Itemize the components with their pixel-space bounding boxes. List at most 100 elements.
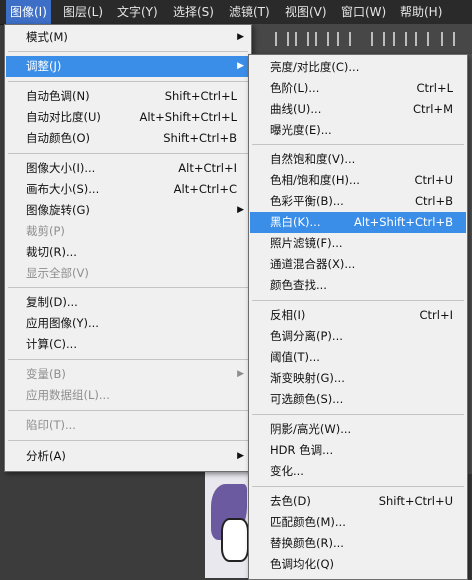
menu-item-auto-contrast[interactable]: 自动对比度(U) Alt+Shift+Ctrl+L [6, 107, 250, 128]
menu-item-label: 颜色查找... [270, 278, 327, 292]
menu-item-color-balance[interactable]: 色彩平衡(B)... Ctrl+B [250, 191, 466, 212]
menu-item-vibrance[interactable]: 自然饱和度(V)... [250, 149, 466, 170]
submenu-arrow-icon: ▶ [237, 32, 244, 42]
menu-bar: 图像(I) 图层(L) 文字(Y) 选择(S) 滤镜(T) 视图(V) 窗口(W… [0, 0, 472, 25]
menu-item-label: 可选颜色(S)... [270, 392, 344, 406]
menu-item-label: 图像大小(I)... [26, 161, 96, 175]
menu-item-hue-saturation[interactable]: 色相/饱和度(H)... Ctrl+U [250, 170, 466, 191]
menu-item-black-white[interactable]: 黑白(K)... Alt+Shift+Ctrl+B [250, 212, 466, 233]
menu-item-trim[interactable]: 裁切(R)... [6, 242, 250, 263]
menu-item-invert[interactable]: 反相(I) Ctrl+I [250, 305, 466, 326]
menu-filter[interactable]: 滤镜(T) [225, 0, 274, 24]
menu-item-variables[interactable]: 变量(B) ▶ [6, 364, 250, 385]
menu-item-variations[interactable]: 变化... [250, 461, 466, 482]
menu-item-equalize[interactable]: 色调均化(Q) [250, 554, 466, 575]
menu-window[interactable]: 窗口(W) [337, 0, 390, 24]
menu-item-apply-data-set[interactable]: 应用数据组(L)... [6, 385, 250, 406]
menu-item-levels[interactable]: 色阶(L)... Ctrl+L [250, 78, 466, 99]
menu-item-auto-tone[interactable]: 自动色调(N) Shift+Ctrl+L [6, 86, 250, 107]
menu-type[interactable]: 文字(Y) [113, 0, 162, 24]
menu-item-label: 替换颜色(R)... [270, 536, 344, 550]
align-right-icon[interactable] [315, 32, 329, 46]
separator [252, 486, 464, 487]
menu-item-shadows-highlights[interactable]: 阴影/高光(W)... [250, 419, 466, 440]
menu-select[interactable]: 选择(S) [169, 0, 218, 24]
menu-item-label: 色彩平衡(B)... [270, 194, 344, 208]
menu-item-label: 色调均化(Q) [270, 557, 335, 571]
menu-item-label: 色阶(L)... [270, 81, 320, 95]
distribute-bottom-icon[interactable] [415, 32, 429, 46]
separator [8, 81, 248, 82]
menu-item-label: 反相(I) [270, 308, 306, 322]
separator [8, 153, 248, 154]
submenu-arrow-icon: ▶ [237, 369, 244, 379]
menu-item-label: 匹配颜色(M)... [270, 515, 346, 529]
menu-item-label: 黑白(K)... [270, 215, 321, 229]
menu-item-duplicate[interactable]: 复制(D)... [6, 292, 250, 313]
menu-item-photo-filter[interactable]: 照片滤镜(F)... [250, 233, 466, 254]
menu-item-replace-color[interactable]: 替换颜色(R)... [250, 533, 466, 554]
menu-image[interactable]: 图像(I) [6, 0, 51, 24]
menu-item-channel-mixer[interactable]: 通道混合器(X)... [250, 254, 466, 275]
shortcut-label: Shift+Ctrl+L [164, 89, 237, 103]
menu-item-label: 阴影/高光(W)... [270, 422, 352, 436]
align-left-icon[interactable] [275, 32, 289, 46]
menu-item-label: 阈值(T)... [270, 350, 320, 364]
menu-item-label: 自动对比度(U) [26, 110, 101, 124]
menu-item-image-size[interactable]: 图像大小(I)... Alt+Ctrl+I [6, 158, 250, 179]
menu-item-label: 亮度/对比度(C)... [270, 60, 360, 74]
menu-item-adjustments[interactable]: 调整(J) ▶ [6, 56, 250, 77]
menu-item-exposure[interactable]: 曝光度(E)... [250, 120, 466, 141]
menu-item-auto-color[interactable]: 自动颜色(O) Shift+Ctrl+B [6, 128, 250, 149]
distribute-icon[interactable] [337, 32, 351, 46]
menu-view[interactable]: 视图(V) [281, 0, 331, 24]
menu-item-label: 自动色调(N) [26, 89, 90, 103]
menu-item-desaturate[interactable]: 去色(D) Shift+Ctrl+U [250, 491, 466, 512]
menu-item-label: 照片滤镜(F)... [270, 236, 343, 250]
menu-item-label: 图像旋转(G) [26, 203, 90, 217]
menu-help[interactable]: 帮助(H) [396, 0, 446, 24]
menu-item-label: 曲线(U)... [270, 102, 322, 116]
menu-item-trap[interactable]: 陷印(T)... [6, 415, 250, 436]
menu-item-mode[interactable]: 模式(M) ▶ [6, 27, 250, 48]
menu-item-hdr-toning[interactable]: HDR 色调... [250, 440, 466, 461]
shortcut-label: Alt+Shift+Ctrl+L [139, 110, 238, 124]
distribute-center-icon[interactable] [393, 32, 407, 46]
submenu-arrow-icon: ▶ [237, 61, 244, 71]
align-center-icon[interactable] [295, 32, 309, 46]
menu-item-color-lookup[interactable]: 颜色查找... [250, 275, 466, 296]
menu-item-label: 色相/饱和度(H)... [270, 173, 360, 187]
menu-item-curves[interactable]: 曲线(U)... Ctrl+M [250, 99, 466, 120]
menu-layer[interactable]: 图层(L) [59, 0, 107, 24]
menu-item-calculations[interactable]: 计算(C)... [6, 334, 250, 355]
menu-item-posterize[interactable]: 色调分离(P)... [250, 326, 466, 347]
menu-item-threshold[interactable]: 阈值(T)... [250, 347, 466, 368]
distribute-horizontal-icon[interactable] [441, 32, 455, 46]
menu-item-label: 曝光度(E)... [270, 123, 332, 137]
shortcut-label: Alt+Shift+Ctrl+B [354, 215, 453, 229]
menu-item-label: 分析(A) [26, 449, 66, 463]
menu-item-match-color[interactable]: 匹配颜色(M)... [250, 512, 466, 533]
menu-item-label: 模式(M) [26, 30, 68, 44]
menu-item-image-rotation[interactable]: 图像旋转(G) ▶ [6, 200, 250, 221]
menu-item-apply-image[interactable]: 应用图像(Y)... [6, 313, 250, 334]
distribute-vertical-icon[interactable] [371, 32, 385, 46]
menu-item-gradient-map[interactable]: 渐变映射(G)... [250, 368, 466, 389]
menu-item-label: 通道混合器(X)... [270, 257, 356, 271]
menu-item-analysis[interactable]: 分析(A) ▶ [6, 446, 250, 467]
separator [8, 440, 248, 441]
menu-item-canvas-size[interactable]: 画布大小(S)... Alt+Ctrl+C [6, 179, 250, 200]
menu-item-brightness-contrast[interactable]: 亮度/对比度(C)... [250, 57, 466, 78]
menu-item-selective-color[interactable]: 可选颜色(S)... [250, 389, 466, 410]
submenu-arrow-icon: ▶ [237, 451, 244, 461]
menu-item-label: 自动颜色(O) [26, 131, 91, 145]
menu-item-crop[interactable]: 裁剪(P) [6, 221, 250, 242]
menu-item-reveal-all[interactable]: 显示全部(V) [6, 263, 250, 284]
shortcut-label: Ctrl+I [419, 308, 454, 322]
menu-item-label: 去色(D) [270, 494, 311, 508]
menu-item-label: 调整(J) [26, 59, 62, 73]
separator [8, 287, 248, 288]
menu-item-label: 画布大小(S)... [26, 182, 100, 196]
separator [252, 300, 464, 301]
menu-item-label: 变化... [270, 464, 304, 478]
